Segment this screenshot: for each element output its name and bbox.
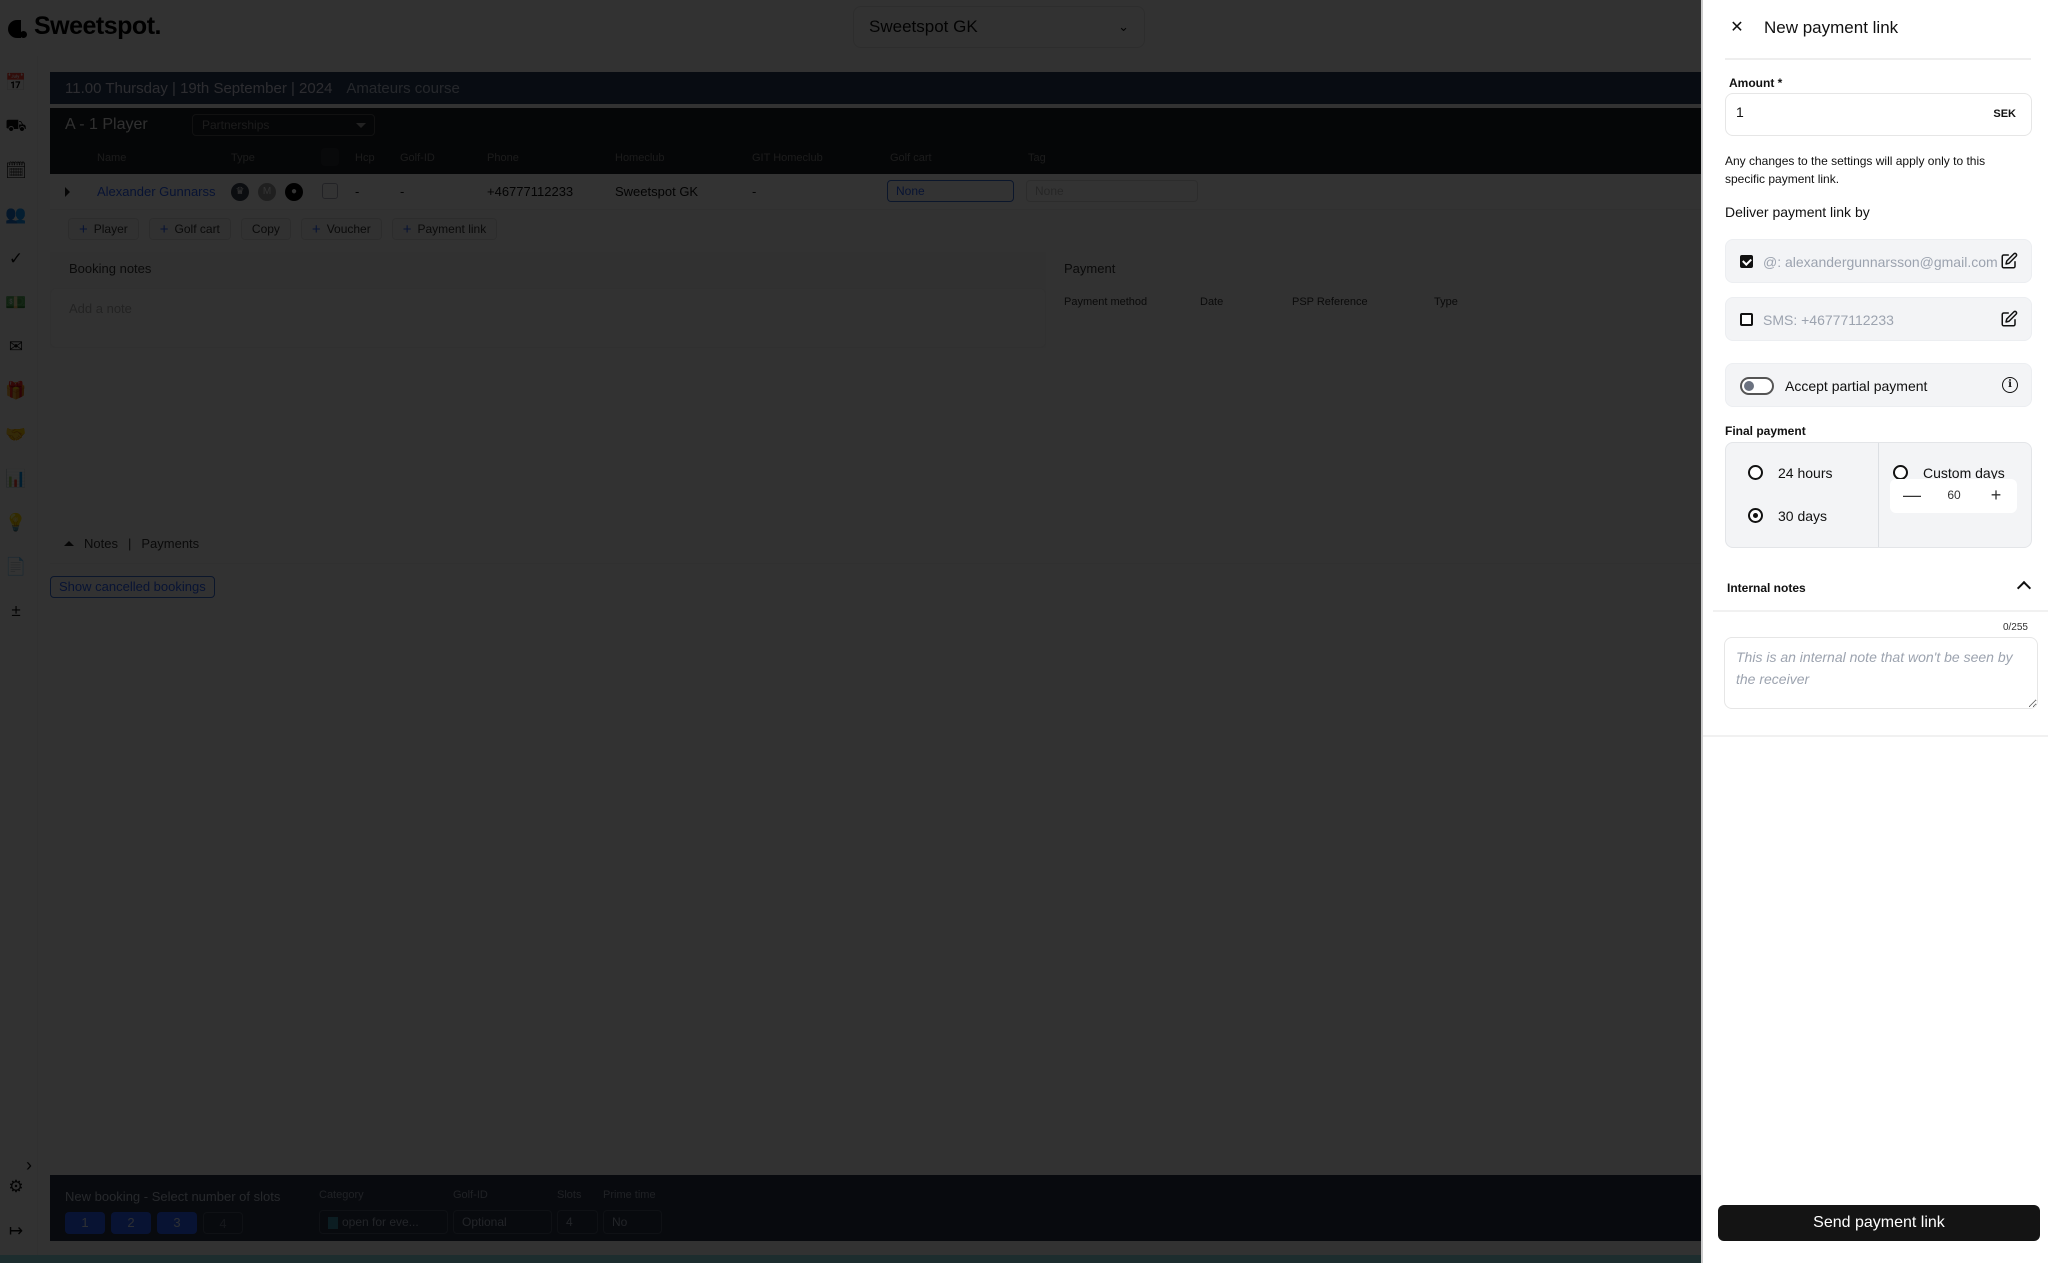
- payment-link-drawer: ✕ New payment link Amount * SEK Any chan…: [1701, 0, 2048, 1263]
- deliver-label: Deliver payment link by: [1725, 204, 1870, 220]
- currency-label: SEK: [1993, 108, 2016, 120]
- info-icon[interactable]: i: [2002, 377, 2018, 393]
- drawer-header: ✕ New payment link: [1703, 0, 2048, 58]
- radio-24-hours[interactable]: [1748, 465, 1763, 480]
- partial-payment-toggle[interactable]: [1740, 377, 1774, 395]
- deliver-email-row: @: alexandergunnarsson@gmail.com: [1725, 239, 2032, 283]
- character-counter: 0/255: [2002, 622, 2028, 633]
- amount-input[interactable]: [1736, 104, 1966, 120]
- amount-label: Amount *: [1729, 76, 1783, 90]
- header-divider: [1725, 58, 2031, 60]
- sms-number: SMS: +46777112233: [1763, 312, 1894, 328]
- increment-button[interactable]: +: [1986, 485, 2006, 505]
- internal-notes-header[interactable]: Internal notes: [1713, 568, 2048, 612]
- settings-hint: Any changes to the settings will apply o…: [1725, 154, 1986, 186]
- radio-24-hours-label: 24 hours: [1778, 465, 1833, 481]
- custom-days-stepper: — 60 +: [1890, 479, 2017, 513]
- modal-backdrop[interactable]: [0, 0, 1702, 1263]
- internal-notes-label: Internal notes: [1727, 581, 1806, 595]
- close-icon[interactable]: ✕: [1727, 18, 1747, 38]
- sms-checkbox[interactable]: [1740, 313, 1753, 326]
- partial-payment-row: Accept partial payment i: [1725, 363, 2032, 407]
- partial-payment-label: Accept partial payment: [1785, 378, 1928, 394]
- edit-email-icon[interactable]: [2000, 252, 2018, 270]
- internal-notes-textarea[interactable]: [1724, 637, 2038, 709]
- email-address: @: alexandergunnarsson@gmail.com: [1763, 254, 1998, 270]
- radio-30-days-label: 30 days: [1778, 508, 1828, 524]
- radio-custom-days[interactable]: [1893, 465, 1908, 480]
- final-payment-label: Final payment: [1725, 424, 1806, 438]
- options-divider: [1878, 443, 1879, 547]
- email-checkbox[interactable]: [1740, 255, 1753, 268]
- deliver-sms-row: SMS: +46777112233: [1725, 297, 2032, 341]
- custom-days-value[interactable]: 60: [1934, 488, 1974, 502]
- notes-divider: [1703, 735, 2048, 737]
- final-payment-options: 24 hours 30 days Custom days — 60 +: [1725, 442, 2032, 548]
- send-payment-link-button[interactable]: Send payment link: [1718, 1205, 2040, 1241]
- drawer-title: New payment link: [1764, 18, 1899, 37]
- radio-30-days[interactable]: [1748, 508, 1763, 523]
- edit-sms-icon[interactable]: [2000, 310, 2018, 328]
- amount-field: SEK: [1725, 93, 2032, 136]
- decrement-button[interactable]: —: [1902, 485, 1922, 505]
- chevron-up-icon[interactable]: [2016, 580, 2032, 596]
